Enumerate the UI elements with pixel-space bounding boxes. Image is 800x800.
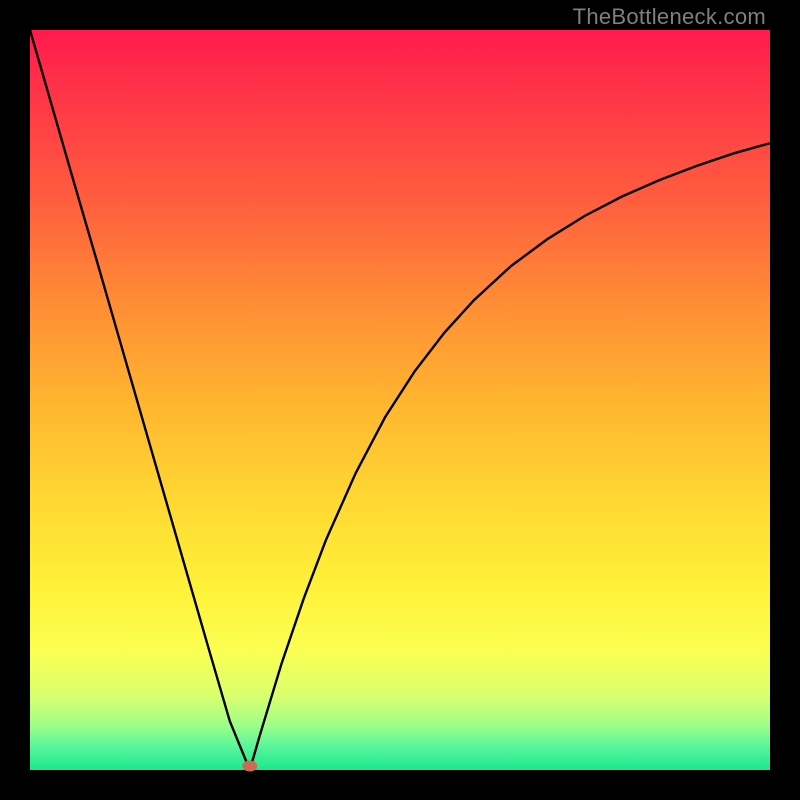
minimum-dot-icon [242,761,257,772]
chart-svg [30,30,770,770]
watermark-text: TheBottleneck.com [573,4,766,30]
outer-frame: TheBottleneck.com [0,0,800,800]
bottleneck-curve [30,30,770,770]
